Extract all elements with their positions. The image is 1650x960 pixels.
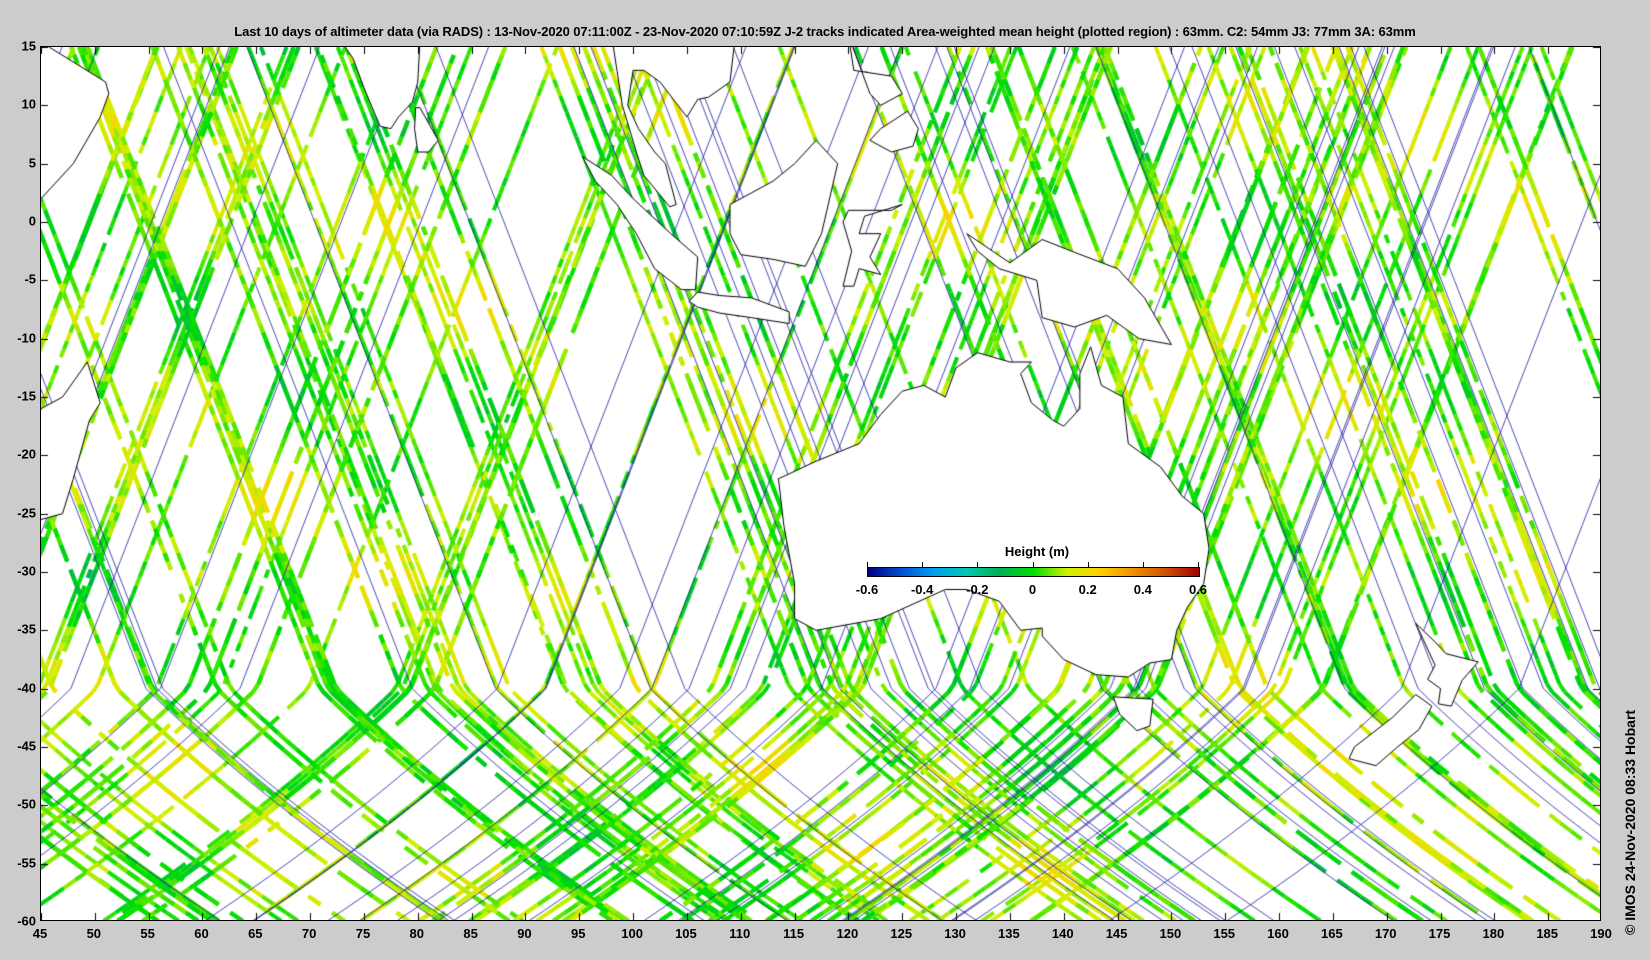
colorbar-tick-label: 0.6 (1188, 582, 1208, 597)
x-tick-label: 155 (1213, 926, 1236, 941)
x-tick-label: 75 (355, 926, 371, 941)
x-tick-label: 180 (1482, 926, 1505, 941)
x-tick-label: 110 (729, 926, 751, 941)
copyright-timestamp: © IMOS 24-Nov-2020 08:33 Hobart (1622, 709, 1638, 935)
colorbar-tick (1032, 562, 1034, 567)
y-tick-label: -60 (17, 913, 36, 929)
x-tick-label: 115 (783, 926, 805, 941)
colorbar-tick-label: -0.4 (910, 582, 934, 597)
x-tick-label: 65 (248, 926, 263, 941)
x-tick-label: 165 (1321, 926, 1343, 941)
x-tick-label: 120 (836, 926, 859, 941)
y-tick-label: -35 (17, 621, 36, 637)
altimetry-map[interactable]: Height (m) -0.6 -0.4 -0.2 0 0.2 0.4 0.6 (40, 46, 1601, 921)
x-tick-label: 70 (301, 926, 317, 941)
x-tick-label: 85 (463, 926, 478, 941)
y-tick-label: 5 (28, 155, 36, 171)
colorbar-tick (977, 562, 979, 567)
y-tick-label: -50 (17, 796, 36, 812)
map-title: Last 10 days of altimeter data (via RADS… (234, 24, 1416, 39)
colorbar-gradient (867, 567, 1200, 577)
colorbar-title: Height (m) (1004, 544, 1070, 559)
x-tick-label: 50 (86, 926, 102, 941)
colorbar-tick (1142, 562, 1144, 567)
colorbar-tick-label: 0 (1028, 582, 1037, 597)
sea-level-tracks-canvas[interactable] (41, 47, 1600, 920)
x-tick-label: 80 (409, 926, 425, 941)
x-tick-label: 130 (944, 926, 966, 941)
y-tick-label: -25 (17, 505, 36, 521)
y-tick-label: 0 (28, 213, 36, 229)
x-tick-label: 125 (890, 926, 913, 941)
x-tick-label: 90 (517, 926, 532, 941)
y-tick-label: -30 (17, 563, 36, 579)
x-tick-label: 55 (140, 926, 155, 941)
x-tick-label: 175 (1428, 926, 1451, 941)
colorbar-tick-label: 0.2 (1078, 582, 1097, 597)
colorbar-tick (922, 562, 924, 567)
x-tick-label: 100 (621, 926, 643, 941)
y-tick-label: -40 (17, 680, 36, 696)
y-tick-label: -15 (17, 388, 36, 404)
x-tick-label: 185 (1536, 926, 1559, 941)
x-tick-label: 95 (571, 926, 586, 941)
y-tick-label: 15 (21, 38, 36, 54)
x-tick-label: 105 (675, 926, 697, 941)
x-tick-label: 145 (1105, 926, 1128, 941)
colorbar-tick (867, 562, 868, 567)
x-tick-label: 150 (1159, 926, 1182, 941)
colorbar-tick-label: 0.4 (1133, 582, 1152, 597)
x-tick-label: 160 (1267, 926, 1289, 941)
y-tick-label: -55 (17, 855, 36, 871)
colorbar-tick-label: -0.2 (966, 582, 989, 597)
y-tick-label: -5 (24, 271, 36, 287)
colorbar-tick-label: -0.6 (855, 582, 879, 597)
x-tick-label: 135 (998, 926, 1020, 941)
y-tick-label: -10 (17, 330, 36, 346)
y-tick-label: 10 (21, 96, 36, 112)
y-tick-label: -20 (17, 446, 36, 462)
x-tick-label: 170 (1374, 926, 1397, 941)
colorbar-legend: Height (m) -0.6 -0.4 -0.2 0 0.2 0.4 0.6 (827, 540, 1247, 600)
y-tick-label: -45 (17, 738, 36, 754)
x-tick-label: 60 (194, 926, 209, 941)
colorbar-tick (1087, 562, 1089, 567)
x-tick-label: 140 (1051, 926, 1074, 941)
x-tick-label: 190 (1590, 926, 1612, 941)
colorbar-tick (1198, 562, 1199, 567)
